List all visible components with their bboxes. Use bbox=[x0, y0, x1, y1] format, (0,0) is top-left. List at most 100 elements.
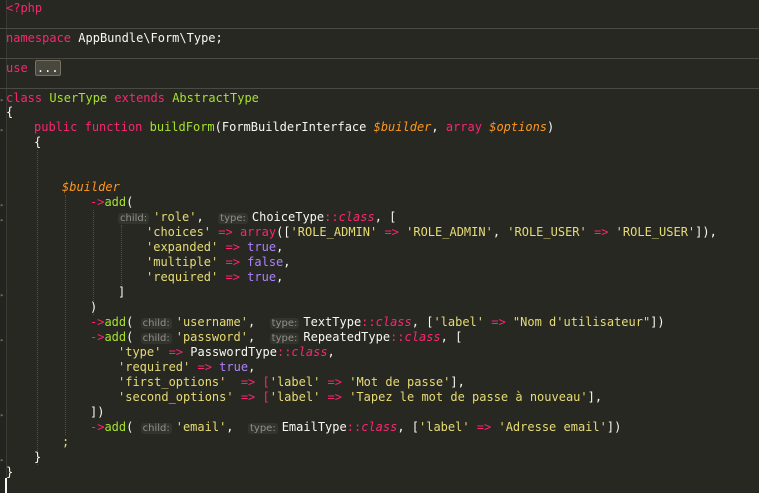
code-line-add-username[interactable]: ->add( child:'username', type: TextType::… bbox=[90, 315, 665, 330]
code-line[interactable]: { bbox=[34, 135, 41, 150]
punct: , bbox=[276, 240, 284, 254]
code-line[interactable]: ]) bbox=[90, 405, 104, 420]
punct: , [ bbox=[374, 210, 397, 224]
fold-marker-icon[interactable]: ▸ bbox=[0, 127, 5, 134]
operator: => bbox=[320, 375, 350, 389]
code-line-multiple[interactable]: 'multiple' => false, bbox=[146, 255, 291, 270]
fold-marker-icon[interactable]: ▸ bbox=[0, 337, 5, 344]
string: 'second_options' bbox=[118, 390, 234, 404]
variable: $builder bbox=[373, 120, 432, 134]
class-ref: TextType bbox=[303, 315, 362, 329]
code-line-add-password[interactable]: ->add( child:'password', type: RepeatedTy… bbox=[90, 330, 462, 345]
code-line[interactable]: ) bbox=[90, 300, 97, 315]
fold-marker-icon[interactable]: ▸ bbox=[0, 97, 5, 104]
code-line-use[interactable]: use ... bbox=[6, 60, 61, 76]
code-editor[interactable]: ▸ ▸ ▸ ▸ ▸ ▸ ▸ ▸ <?php namespace AppBundl… bbox=[0, 0, 759, 493]
code-line-add-role[interactable]: child:'role', type: ChoiceType::class, [ bbox=[118, 210, 396, 225]
punct: , [ bbox=[397, 420, 419, 434]
method-call: add bbox=[104, 315, 127, 329]
code-line-builder[interactable]: $builder bbox=[62, 180, 120, 195]
punct: , bbox=[248, 360, 256, 374]
punct: , bbox=[431, 120, 446, 134]
method-call: add bbox=[104, 195, 127, 209]
code-line-add-email[interactable]: ->add( child:'email', type: EmailType::cl… bbox=[90, 420, 621, 435]
operator: => bbox=[484, 315, 513, 329]
operator: => bbox=[469, 420, 499, 434]
bracket: ] bbox=[118, 285, 126, 299]
punct: , [ bbox=[440, 330, 463, 344]
code-line-method[interactable]: public function buildForm(FormBuilderInt… bbox=[34, 120, 554, 135]
string: 'required' bbox=[146, 270, 219, 284]
fold-marker-icon[interactable]: ▸ bbox=[0, 412, 5, 419]
operator: => bbox=[377, 225, 407, 239]
folded-region-button[interactable]: ... bbox=[34, 60, 61, 76]
class-keyword: class bbox=[338, 210, 375, 224]
code-line[interactable]: { bbox=[6, 105, 13, 120]
paren: ) bbox=[90, 300, 98, 314]
code-line-type[interactable]: 'type' => PasswordType::class, bbox=[118, 345, 335, 360]
variable: $builder bbox=[62, 180, 120, 194]
string: 'type' bbox=[118, 345, 162, 359]
punct: ( bbox=[126, 330, 134, 344]
code-line-namespace[interactable]: namespace AppBundle\Form\Type; bbox=[6, 31, 223, 46]
method-call: add bbox=[104, 330, 127, 344]
code-line[interactable]: } bbox=[34, 450, 41, 465]
code-line-first-options[interactable]: 'first_options' => ['label' => 'Mot de p… bbox=[118, 375, 465, 390]
code-line-expanded[interactable]: 'expanded' => true, bbox=[146, 240, 283, 255]
punct: ( bbox=[126, 195, 134, 209]
string: 'Adresse email' bbox=[498, 420, 607, 434]
string: 'ROLE_USER' bbox=[507, 225, 587, 239]
code-line-required[interactable]: 'required' => true, bbox=[118, 360, 255, 375]
brace: { bbox=[34, 135, 42, 149]
punct: ) bbox=[547, 120, 555, 134]
fold-separator bbox=[0, 58, 759, 59]
method-name: buildForm bbox=[149, 120, 215, 134]
indent-guide bbox=[37, 150, 38, 465]
code-line-choices[interactable]: 'choices' => array(['ROLE_ADMIN' => 'ROL… bbox=[146, 225, 717, 240]
operator: => bbox=[320, 390, 350, 404]
param-hint-child: child: bbox=[140, 423, 172, 434]
code-line[interactable]: } bbox=[6, 465, 13, 480]
string: 'first_options' bbox=[118, 375, 227, 389]
fold-marker-icon[interactable]: ▸ bbox=[0, 202, 5, 209]
punct: ([ bbox=[276, 225, 291, 239]
class-keyword: class bbox=[404, 330, 441, 344]
code-line-php-open[interactable]: <?php bbox=[6, 1, 42, 16]
operator: => [ bbox=[233, 390, 270, 404]
boolean: true bbox=[219, 360, 249, 374]
string: 'required' bbox=[118, 360, 191, 374]
code-line-class[interactable]: class UserType extends AbstractType bbox=[6, 91, 259, 106]
code-line-second-options[interactable]: 'second_options' => ['label' => 'Tapez l… bbox=[118, 390, 602, 405]
string: 'role' bbox=[153, 210, 197, 224]
punct: ], bbox=[450, 375, 465, 389]
namespace-name: AppBundle\Form\Type; bbox=[78, 31, 223, 45]
code-line[interactable]: ; bbox=[62, 435, 69, 450]
string: 'ROLE_ADMIN' bbox=[290, 225, 378, 239]
fold-separator bbox=[0, 88, 759, 89]
php-open-tag: <?php bbox=[6, 1, 43, 15]
punct: ]) bbox=[650, 315, 665, 329]
operator: => bbox=[218, 255, 248, 269]
brace: { bbox=[6, 105, 14, 119]
base-class-name: AbstractType bbox=[172, 91, 259, 105]
fold-marker-icon[interactable]: ▸ bbox=[0, 457, 5, 464]
punct: , bbox=[196, 210, 204, 224]
operator: => [ bbox=[226, 375, 270, 389]
code-line[interactable]: ] bbox=[118, 285, 125, 300]
code-line-add[interactable]: ->add( bbox=[90, 195, 133, 210]
semicolon: ; bbox=[62, 435, 70, 449]
keyword: function bbox=[84, 120, 143, 134]
class-keyword: class bbox=[375, 315, 412, 329]
string: 'label' bbox=[419, 420, 470, 434]
text-cursor bbox=[5, 478, 7, 493]
fold-separator bbox=[0, 28, 759, 29]
string: 'choices' bbox=[146, 225, 212, 239]
code-line-required[interactable]: 'required' => true, bbox=[146, 270, 283, 285]
scope-operator: :: bbox=[361, 315, 376, 329]
fold-marker-icon[interactable]: ▸ bbox=[0, 292, 5, 299]
boolean: true bbox=[247, 270, 277, 284]
param-hint-type: type: bbox=[247, 423, 278, 434]
variable: $options bbox=[489, 120, 548, 134]
punct: ], bbox=[587, 390, 603, 404]
fold-marker-icon[interactable]: ▸ bbox=[0, 217, 5, 224]
